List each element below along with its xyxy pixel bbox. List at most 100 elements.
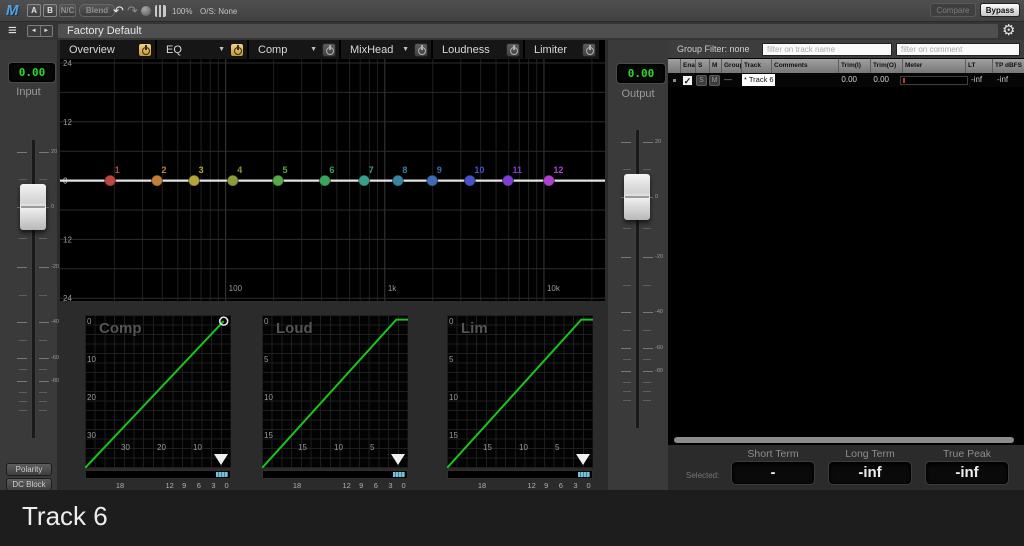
threshold-marker-icon[interactable] — [214, 454, 228, 465]
fader-handle[interactable] — [624, 174, 650, 220]
fader-tick — [17, 322, 27, 323]
track-row[interactable]: ✓SM—* Track 60.000.00-inf-inf — [668, 73, 1024, 87]
settings-gear-icon[interactable]: ⚙ — [1002, 22, 1015, 40]
solo-button[interactable]: S — [696, 75, 707, 86]
redo-icon[interactable]: ↷ — [127, 3, 138, 18]
chevron-down-icon[interactable]: ▼ — [310, 46, 317, 53]
output-gain-display[interactable]: 0.00 — [617, 64, 665, 83]
undo-icon[interactable]: ↶ — [113, 3, 124, 18]
tab-limiter[interactable]: Limiter — [525, 40, 601, 59]
threshold-marker-icon[interactable] — [391, 454, 405, 465]
column-header: Trim(I) — [838, 59, 870, 73]
fader-tick-label: -60 — [51, 355, 59, 361]
fader-tick — [621, 257, 631, 258]
column-header: M — [709, 59, 721, 73]
bypass-button[interactable]: Bypass — [980, 3, 1020, 17]
eq-band-4[interactable]: 4 — [227, 165, 242, 186]
polarity-button[interactable]: Polarity — [6, 463, 52, 476]
loud-gr-meter — [262, 470, 408, 479]
eq-band-8[interactable]: 8 — [392, 165, 407, 186]
group-cell[interactable]: — — [724, 75, 732, 84]
meter-scale-label: 0 — [402, 481, 406, 490]
column-header: Track — [741, 59, 771, 73]
svg-text:12: 12 — [553, 165, 563, 175]
lim-plot: Lim05101515105 — [447, 315, 593, 468]
meter-scale-label: 18 — [116, 481, 124, 490]
group-filter-label[interactable]: Group Filter: none — [677, 44, 750, 54]
enable-checkbox[interactable]: ✓ — [682, 75, 693, 86]
tab-label: Limiter — [525, 44, 567, 56]
blend-button[interactable]: Blend — [79, 4, 115, 17]
fader-tick — [621, 312, 631, 313]
fader-handle[interactable] — [20, 184, 46, 230]
prev-preset-button[interactable]: ◄ — [28, 26, 41, 36]
power-icon[interactable] — [322, 43, 336, 57]
eq-band-5[interactable]: 5 — [273, 165, 288, 186]
row-bullet — [673, 79, 676, 82]
eq-band-10[interactable]: 10 — [464, 165, 484, 186]
meter-label: True Peak — [922, 448, 1012, 460]
svg-text:1k: 1k — [388, 284, 397, 293]
track-name-cell[interactable]: * Track 6 — [742, 74, 775, 86]
menu-icon[interactable]: ≡ — [8, 22, 17, 40]
fader-tick — [39, 381, 49, 382]
snapshot-b-button[interactable]: B — [43, 4, 57, 17]
preset-name-field[interactable]: Factory Default — [58, 24, 998, 38]
svg-text:5: 5 — [283, 165, 288, 175]
fader-tick-label: 0 — [51, 204, 54, 210]
trim-out-cell[interactable]: 0.00 — [860, 75, 889, 84]
input-gain-display[interactable]: 0.00 — [9, 63, 55, 82]
column-header: Group — [721, 59, 741, 73]
meter-scale-label: 0 — [225, 481, 229, 490]
tab-overview[interactable]: Overview — [60, 40, 157, 59]
power-icon[interactable] — [582, 43, 596, 57]
fader-tick — [643, 359, 651, 360]
fader-tick — [643, 285, 651, 286]
eq-overview-graph[interactable]: 2412012241001k10k123456789101112 — [60, 59, 605, 301]
next-preset-button[interactable]: ► — [41, 26, 53, 36]
plugin-window: M A B N/C Blend ↶ ↷ 100% O/S: None Compa… — [0, 0, 1024, 546]
chevron-down-icon[interactable]: ▼ — [402, 46, 409, 53]
power-icon[interactable] — [230, 43, 244, 57]
tab-comp[interactable]: Comp▼ — [249, 40, 341, 59]
column-header: TP dBFS — [992, 59, 1022, 73]
mute-button[interactable]: M — [709, 75, 720, 86]
fader-tick — [623, 169, 631, 170]
eq-band-1[interactable]: 1 — [105, 165, 120, 186]
nc-button[interactable]: N/C — [59, 4, 76, 17]
threshold-marker-icon[interactable] — [576, 454, 590, 465]
tab-eq[interactable]: EQ ▼ — [157, 40, 249, 59]
power-icon[interactable] — [506, 43, 520, 57]
fader-tick-label: 20 — [51, 149, 57, 155]
channel-config-icon[interactable] — [155, 5, 166, 17]
eq-band-12[interactable]: 12 — [543, 165, 563, 186]
svg-text:12: 12 — [63, 235, 72, 244]
preset-bar: ≡ ◄ ► Factory Default ⚙ — [0, 22, 1024, 40]
filter-comment-input[interactable] — [896, 43, 1020, 56]
fader-tick-label: -60 — [655, 345, 663, 351]
fader-tick — [643, 382, 651, 383]
meter-scale-label: 0 — [587, 481, 591, 490]
chevron-down-icon[interactable]: ▼ — [218, 46, 225, 53]
fader-tick — [643, 371, 653, 372]
eq-band-7[interactable]: 7 — [359, 165, 374, 186]
compare-button[interactable]: Compare — [930, 3, 976, 17]
tab-label: EQ — [157, 44, 182, 56]
fader-tick — [19, 392, 27, 393]
knob-icon[interactable] — [141, 6, 151, 16]
tab-mixhead[interactable]: MixHead▼ — [341, 40, 433, 59]
power-icon[interactable] — [138, 43, 152, 57]
svg-text:24: 24 — [63, 59, 72, 68]
eq-band-2[interactable]: 2 — [152, 165, 167, 186]
eq-band-9[interactable]: 9 — [427, 165, 442, 186]
svg-text:8: 8 — [402, 165, 407, 175]
tab-loudness[interactable]: Loudness — [433, 40, 525, 59]
tracks-scrollbar[interactable] — [674, 437, 1014, 443]
trim-in-cell[interactable]: 0.00 — [828, 75, 857, 84]
fader-tick — [39, 340, 47, 341]
filter-track-name-input[interactable] — [762, 43, 892, 56]
fader-tick — [623, 400, 631, 401]
curve-knob[interactable] — [220, 317, 228, 325]
power-icon[interactable] — [414, 43, 428, 57]
snapshot-a-button[interactable]: A — [27, 4, 41, 17]
